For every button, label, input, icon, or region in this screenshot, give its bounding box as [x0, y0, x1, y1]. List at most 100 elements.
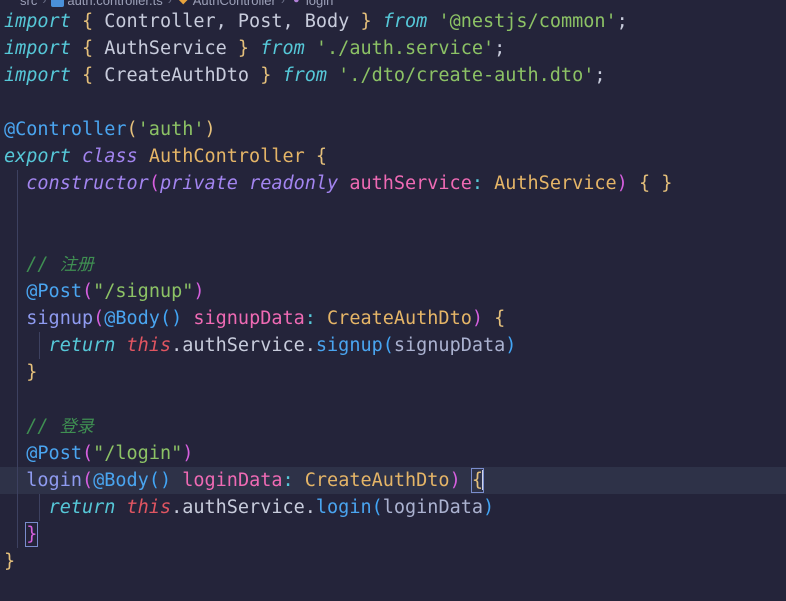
code-token: }	[260, 65, 272, 86]
code-token: readonly	[249, 173, 339, 194]
code-token: export	[4, 146, 71, 167]
code-line[interactable]: // 登录	[0, 413, 786, 440]
code-line[interactable]: }	[0, 521, 786, 548]
code-token: (	[148, 470, 160, 491]
code-line[interactable]: @Post("/signup")	[0, 278, 786, 305]
code-line[interactable]: }	[0, 548, 786, 575]
folder-icon	[4, 0, 17, 7]
code-editor[interactable]: src›auth.controller.ts›◆AuthController›●…	[0, 0, 786, 601]
code-token: }	[661, 173, 673, 194]
code-line[interactable]: import { AuthService } from './auth.serv…	[0, 35, 786, 62]
code-line[interactable]	[0, 197, 786, 224]
code-token: )	[159, 470, 172, 491]
breadcrumb-separator: ›	[42, 0, 47, 7]
code-token: }	[360, 11, 372, 32]
code-token: )	[171, 308, 183, 329]
code-token: AuthService	[494, 173, 617, 194]
indent-guide-level-2	[39, 494, 40, 521]
code-line[interactable]: export class AuthController {	[0, 143, 786, 170]
breadcrumb-label: auth.controller.ts	[67, 0, 163, 8]
code-token: return	[48, 497, 116, 518]
class-icon: ◆	[177, 0, 190, 7]
code-token: .	[304, 335, 316, 356]
code-token: ;	[616, 11, 628, 32]
code-line[interactable]	[0, 89, 786, 116]
breadcrumb-item-auth-controller-ts[interactable]: auth.controller.ts	[51, 0, 163, 8]
breadcrumb-item-login[interactable]: ●login	[290, 0, 333, 8]
code-line[interactable]: }	[0, 359, 786, 386]
code-token: @Controller	[4, 119, 127, 140]
code-token: }	[26, 362, 38, 383]
code-token: 'auth'	[137, 119, 205, 140]
code-token: (	[371, 497, 383, 518]
indent-guide-level-2	[39, 332, 40, 359]
code-token: (	[81, 443, 94, 464]
code-token: loginData	[182, 470, 283, 491]
code-line[interactable]: constructor(private readonly authService…	[0, 170, 786, 197]
code-line[interactable]: import { CreateAuthDto } from './dto/cre…	[0, 62, 786, 89]
code-line[interactable]: // 注册	[0, 251, 786, 278]
code-token: @Post	[26, 281, 82, 302]
code-token: from	[260, 38, 305, 59]
text-cursor	[482, 470, 484, 490]
code-token: loginData	[382, 497, 483, 518]
code-token: AuthService	[104, 38, 227, 59]
code-token: @Body	[104, 308, 160, 329]
breadcrumb[interactable]: src › auth.controller.ts › ◆AuthController › ●…	[0, 0, 786, 10]
code-token: ,	[215, 11, 227, 32]
code-line[interactable]: login(@Body() loginData: CreateAuthDto) …	[0, 467, 786, 494]
breadcrumb-item-src[interactable]: src	[4, 0, 37, 8]
code-token: )	[616, 173, 628, 194]
code-line[interactable]: return this.authService.login(loginData)	[0, 494, 786, 521]
breadcrumb-item-authcontroller[interactable]: ◆AuthController	[177, 0, 276, 8]
code-token: './dto/create-auth.dto'	[338, 65, 595, 86]
code-token: {	[638, 173, 651, 194]
code-token: )	[505, 335, 517, 356]
code-token: './auth.service'	[315, 38, 495, 59]
code-token: ;	[594, 65, 606, 86]
code-line[interactable]: @Controller('auth')	[0, 116, 786, 143]
breadcrumb-separator: ›	[167, 0, 172, 7]
code-line[interactable]	[0, 386, 786, 413]
code-token: authService	[182, 497, 305, 518]
code-token: return	[48, 335, 116, 356]
typescript-file-icon	[51, 0, 65, 7]
code-line[interactable]: signup(@Body() signupData: CreateAuthDto…	[0, 305, 786, 332]
code-token: (	[148, 173, 160, 194]
code-token: AuthController	[148, 146, 305, 167]
code-token: )	[204, 119, 216, 140]
code-token: import	[4, 65, 71, 86]
code-token: {	[81, 38, 94, 59]
code-content[interactable]: import { Controller, Post, Body } from '…	[0, 8, 786, 575]
code-line[interactable]: return this.authService.signup(signupDat…	[0, 332, 786, 359]
code-token: login	[315, 497, 372, 518]
code-token: )	[449, 470, 461, 491]
method-icon: ●	[290, 0, 303, 7]
code-token: Controller	[104, 11, 216, 32]
code-line[interactable]: @Post("/login")	[0, 440, 786, 467]
code-line[interactable]	[0, 224, 786, 251]
code-token: this	[126, 335, 172, 356]
code-token: ;	[494, 38, 506, 59]
code-line[interactable]: import { Controller, Post, Body } from '…	[0, 8, 786, 35]
code-token: (	[382, 335, 394, 356]
